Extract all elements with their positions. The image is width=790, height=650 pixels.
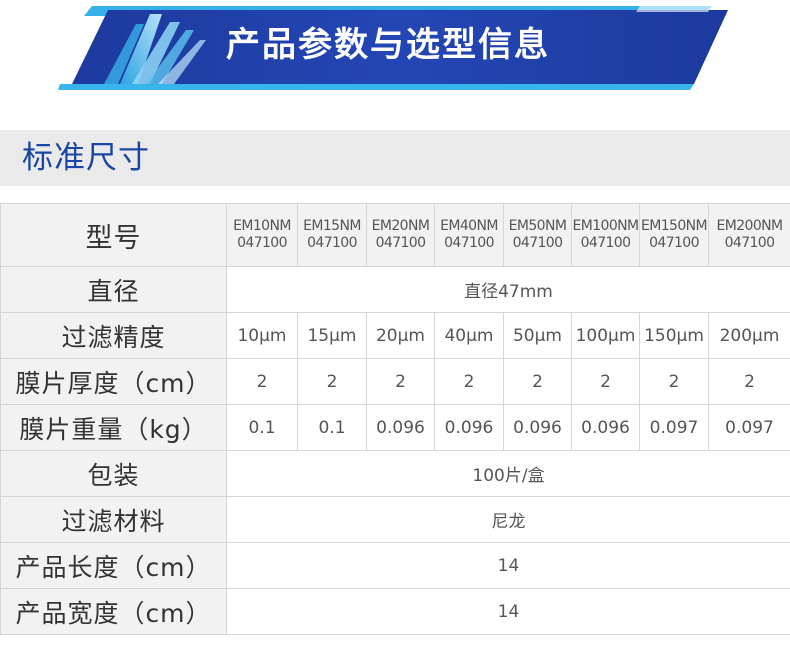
precision-value: 10μm (226, 312, 298, 359)
precision-value: 100μm (571, 312, 640, 359)
model-code: 047100 (580, 235, 631, 251)
model-cell: EM50NM 047100 (503, 203, 572, 267)
thickness-row: 膜片厚度（cm） 2 2 2 2 2 2 2 2 (0, 358, 790, 405)
model-name: EM100NM (572, 218, 639, 234)
thickness-value: 2 (503, 358, 572, 405)
thickness-value: 2 (708, 358, 790, 405)
width-label: 产品宽度（cm） (0, 588, 227, 635)
weight-value: 0.096 (503, 404, 572, 451)
model-name: EM15NM (303, 218, 361, 234)
model-code: 047100 (237, 235, 287, 251)
package-value: 100片/盒 (226, 450, 790, 497)
model-code: 047100 (512, 235, 563, 251)
diameter-label: 直径 (0, 266, 227, 313)
section-title: 标准尺寸 (22, 140, 150, 176)
width-row: 产品宽度（cm） 14 (0, 588, 790, 635)
precision-value: 40μm (434, 312, 504, 359)
model-label: 型号 (0, 203, 227, 267)
weight-value: 0.1 (226, 404, 298, 451)
weight-value: 0.1 (297, 404, 367, 451)
model-cell: EM150NM 047100 (639, 203, 709, 267)
material-value: 尼龙 (226, 496, 790, 543)
model-name: EM150NM (641, 218, 708, 234)
model-cell: EM200NM 047100 (708, 203, 790, 267)
thickness-value: 2 (434, 358, 504, 405)
precision-row: 过滤精度 10μm 15μm 20μm 40μm 50μm 100μm 150μ… (0, 312, 790, 359)
length-label: 产品长度（cm） (0, 542, 227, 589)
section-header: 标准尺寸 (0, 130, 790, 186)
model-name: EM50NM (508, 218, 567, 234)
precision-value: 15μm (297, 312, 367, 359)
precision-value: 150μm (639, 312, 709, 359)
weight-value: 0.097 (708, 404, 790, 451)
width-value: 14 (226, 588, 790, 635)
diameter-value: 直径47mm (226, 266, 790, 313)
model-code: 047100 (307, 235, 357, 251)
thickness-value: 2 (297, 358, 367, 405)
model-code: 047100 (375, 235, 426, 251)
weight-label: 膜片重量（kg） (0, 404, 227, 451)
weight-value: 0.096 (366, 404, 435, 451)
model-code: 047100 (649, 235, 699, 251)
precision-label: 过滤精度 (0, 312, 227, 359)
package-row: 包装 100片/盒 (0, 450, 790, 497)
spec-table: 型号 EM10NM 047100 EM15NM 047100 EM20NM 04710… (0, 203, 790, 635)
model-code: 047100 (444, 235, 494, 251)
model-cell: EM15NM 047100 (297, 203, 367, 267)
banner: 产品参数与选型信息 (0, 0, 790, 100)
model-cell: EM100NM 047100 (571, 203, 640, 267)
thickness-value: 2 (226, 358, 298, 405)
thickness-label: 膜片厚度（cm） (0, 358, 227, 405)
model-name: EM10NM (233, 218, 291, 234)
diameter-row: 直径 直径47mm (0, 266, 790, 313)
weight-row: 膜片重量（kg） 0.1 0.1 0.096 0.096 0.096 0.096… (0, 404, 790, 451)
length-value: 14 (226, 542, 790, 589)
precision-value: 50μm (503, 312, 572, 359)
model-code: 047100 (724, 235, 775, 251)
thickness-value: 2 (639, 358, 709, 405)
model-cell: EM10NM 047100 (226, 203, 298, 267)
model-cell: EM20NM 047100 (366, 203, 435, 267)
weight-value: 0.096 (571, 404, 640, 451)
weight-value: 0.096 (434, 404, 504, 451)
material-label: 过滤材料 (0, 496, 227, 543)
page: 产品参数与选型信息 标准尺寸 型号 EM10NM 047100 EM15NM 047… (0, 0, 790, 650)
material-row: 过滤材料 尼龙 (0, 496, 790, 543)
model-name: EM20NM (371, 218, 430, 234)
model-cell: EM40NM 047100 (434, 203, 504, 267)
precision-value: 200μm (708, 312, 790, 359)
precision-value: 20μm (366, 312, 435, 359)
model-row: 型号 EM10NM 047100 EM15NM 047100 EM20NM 04710… (0, 203, 790, 267)
thickness-value: 2 (571, 358, 640, 405)
model-name: EM200NM (716, 218, 784, 234)
length-row: 产品长度（cm） 14 (0, 542, 790, 589)
model-name: EM40NM (440, 218, 498, 234)
package-label: 包装 (0, 450, 227, 497)
thickness-value: 2 (366, 358, 435, 405)
banner-title: 产品参数与选型信息 (226, 25, 550, 65)
weight-value: 0.097 (639, 404, 709, 451)
